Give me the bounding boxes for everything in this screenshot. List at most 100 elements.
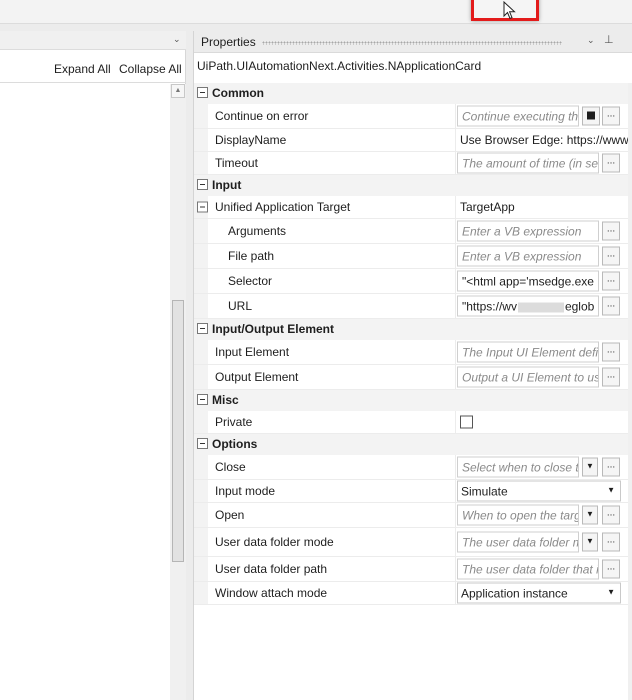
property-row-input-mode: Input mode Simulate ▼ bbox=[194, 480, 632, 503]
property-label: Window attach mode bbox=[215, 586, 328, 600]
property-row-timeout: Timeout The amount of time (in se ... bbox=[194, 152, 632, 175]
property-label: Unified Application Target bbox=[215, 200, 351, 214]
property-label: Timeout bbox=[215, 156, 258, 170]
private-checkbox[interactable] bbox=[460, 415, 473, 429]
property-row-unified-target: Unified Application Target TargetApp bbox=[194, 196, 632, 219]
property-row-continue-on-error: Continue on error Continue executing th … bbox=[194, 104, 632, 129]
collapse-toggle-icon[interactable] bbox=[197, 394, 208, 405]
window-attach-mode-select[interactable]: Application instance ▼ bbox=[457, 582, 621, 604]
outline-actions: Expand All Collapse All bbox=[0, 59, 186, 83]
property-row-private: Private bbox=[194, 411, 632, 434]
ellipsis-button[interactable]: ... bbox=[602, 271, 620, 291]
property-label: URL bbox=[228, 299, 253, 313]
output-element-input[interactable]: Output a UI Element to us bbox=[457, 366, 599, 388]
property-row-user-data-folder-mode: User data folder mode The user data fold… bbox=[194, 528, 632, 557]
timeout-input[interactable]: The amount of time (in se bbox=[457, 152, 599, 174]
property-label: Selector bbox=[228, 274, 273, 288]
file-path-input[interactable]: Enter a VB expression bbox=[457, 245, 599, 267]
chevron-down-icon[interactable]: ⌄ bbox=[173, 34, 181, 45]
property-row-output-element: Output Element Output a UI Element to us… bbox=[194, 365, 632, 390]
toggle-value-button[interactable] bbox=[582, 106, 600, 126]
unified-target-value[interactable]: TargetApp bbox=[460, 200, 632, 214]
input-mode-select[interactable]: Simulate ▼ bbox=[457, 480, 621, 502]
expand-all-link[interactable]: Expand All bbox=[54, 62, 111, 76]
collapse-toggle-icon[interactable] bbox=[197, 179, 208, 190]
property-label: Close bbox=[215, 460, 246, 474]
mouse-cursor-icon bbox=[503, 1, 516, 20]
ellipsis-button[interactable]: ... bbox=[602, 532, 620, 552]
ellipsis-button[interactable]: ... bbox=[602, 367, 620, 387]
property-row-open: Open When to open the targ ▼ ... bbox=[194, 503, 632, 528]
properties-title: Properties bbox=[201, 35, 256, 49]
category-misc[interactable]: Misc bbox=[194, 390, 632, 411]
dropdown-arrow-icon[interactable]: ▼ bbox=[582, 505, 598, 525]
dropdown-arrow-icon[interactable]: ▼ bbox=[582, 532, 598, 552]
ellipsis-button[interactable]: ... bbox=[602, 221, 620, 241]
property-label: Open bbox=[215, 508, 245, 522]
url-input[interactable]: "https://wv eglob bbox=[457, 295, 599, 317]
category-common[interactable]: Common bbox=[194, 83, 632, 104]
property-row-arguments: Arguments Enter a VB expression ... bbox=[194, 219, 632, 244]
ellipsis-button[interactable]: ... bbox=[602, 342, 620, 362]
category-label: Common bbox=[212, 86, 264, 100]
property-label: Continue on error bbox=[215, 109, 309, 123]
collapse-toggle-icon[interactable] bbox=[197, 201, 208, 213]
scroll-up-arrow-icon[interactable]: ▲ bbox=[171, 84, 185, 98]
property-label: Private bbox=[215, 415, 253, 429]
category-label: Misc bbox=[212, 393, 239, 407]
outline-panel: ⌄ Expand All Collapse All ▲ bbox=[0, 31, 186, 700]
property-row-input-element: Input Element The Input UI Element defi … bbox=[194, 340, 632, 365]
category-options[interactable]: Options bbox=[194, 434, 632, 455]
ellipsis-button[interactable]: ... bbox=[602, 559, 620, 579]
category-label: Input bbox=[212, 178, 242, 192]
user-data-folder-path-input[interactable]: The user data folder that i bbox=[457, 558, 599, 580]
property-label: User data folder mode bbox=[215, 535, 334, 549]
property-label: Input Element bbox=[215, 345, 290, 359]
property-row-user-data-folder-path: User data folder path The user data fold… bbox=[194, 557, 632, 582]
collapse-toggle-icon[interactable] bbox=[197, 87, 208, 98]
ellipsis-button[interactable]: ... bbox=[602, 457, 620, 477]
property-label: Output Element bbox=[215, 370, 299, 384]
dropdown-arrow-icon: ▼ bbox=[607, 587, 615, 597]
open-input[interactable]: When to open the targ bbox=[457, 504, 579, 526]
properties-panel: Properties ⌄ ⊥ UiPath.UIAutomationNext.A… bbox=[193, 31, 632, 700]
outline-scrollbar[interactable]: ▲ bbox=[170, 84, 186, 700]
panel-drag-grip[interactable] bbox=[262, 41, 562, 45]
properties-title-bar: Properties ⌄ ⊥ bbox=[194, 31, 632, 53]
properties-scrollbar[interactable] bbox=[628, 83, 632, 700]
collapse-toggle-icon[interactable] bbox=[197, 438, 208, 449]
category-label: Options bbox=[212, 437, 258, 451]
property-label: File path bbox=[228, 249, 275, 263]
property-row-selector: Selector "<html app='msedge.exe ... bbox=[194, 269, 632, 294]
property-label: Arguments bbox=[228, 224, 287, 238]
collapse-all-link[interactable]: Collapse All bbox=[119, 62, 182, 76]
ellipsis-button[interactable]: ... bbox=[602, 246, 620, 266]
collapse-toggle-icon[interactable] bbox=[197, 323, 208, 334]
arguments-input[interactable]: Enter a VB expression bbox=[457, 220, 599, 242]
continue-on-error-input[interactable]: Continue executing th bbox=[457, 105, 579, 127]
input-element-input[interactable]: The Input UI Element defi bbox=[457, 341, 599, 363]
property-row-close: Close Select when to close th ▼ ... bbox=[194, 455, 632, 480]
dropdown-arrow-icon[interactable]: ▼ bbox=[582, 457, 598, 477]
property-row-window-attach-mode: Window attach mode Application instance … bbox=[194, 582, 632, 605]
category-label: Input/Output Element bbox=[212, 322, 334, 336]
ellipsis-button[interactable]: ... bbox=[602, 153, 620, 173]
ellipsis-button[interactable]: ... bbox=[602, 505, 620, 525]
property-row-file-path: File path Enter a VB expression ... bbox=[194, 244, 632, 269]
ellipsis-button[interactable]: ... bbox=[602, 106, 620, 126]
property-row-displayname: DisplayName Use Browser Edge: https://ww… bbox=[194, 129, 632, 152]
activity-type-name: UiPath.UIAutomationNext.Activities.NAppl… bbox=[197, 59, 482, 73]
category-input-output-element[interactable]: Input/Output Element bbox=[194, 319, 632, 340]
chevron-down-icon[interactable]: ⌄ bbox=[587, 35, 595, 46]
close-input[interactable]: Select when to close th bbox=[457, 456, 579, 478]
outline-panel-header: ⌄ bbox=[0, 31, 186, 50]
displayname-value[interactable]: Use Browser Edge: https://www bbox=[460, 133, 632, 147]
ellipsis-button[interactable]: ... bbox=[602, 296, 620, 316]
selector-input[interactable]: "<html app='msedge.exe bbox=[457, 270, 599, 292]
category-input[interactable]: Input bbox=[194, 175, 632, 196]
scrollbar-thumb[interactable] bbox=[172, 300, 184, 562]
property-row-url: URL "https://wv eglob ... bbox=[194, 294, 632, 319]
dropdown-arrow-icon: ▼ bbox=[607, 485, 615, 495]
user-data-folder-mode-input[interactable]: The user data folder m bbox=[457, 531, 579, 553]
pin-icon[interactable]: ⊥ bbox=[604, 33, 614, 46]
